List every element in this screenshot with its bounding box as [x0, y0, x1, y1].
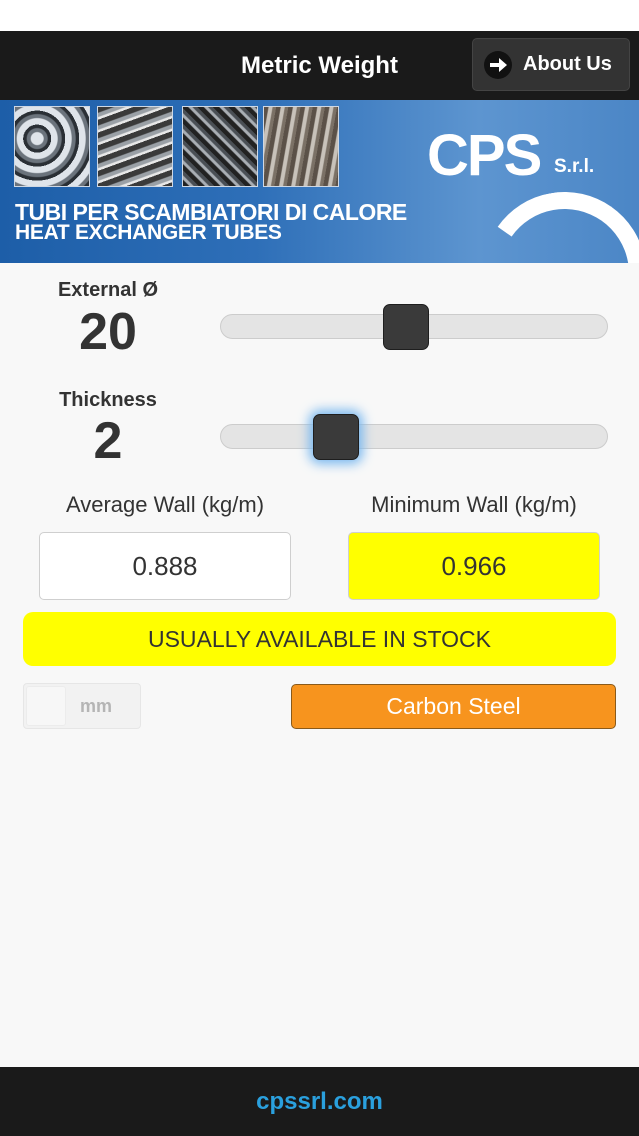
header: Metric Weight About Us: [0, 31, 639, 100]
external-diameter-label: External Ø: [57, 279, 159, 301]
arrow-right-icon: [484, 50, 512, 79]
external-diameter-value: 20: [79, 303, 137, 361]
footer: cpssrl.com: [0, 1067, 639, 1136]
company-logo-suffix: S.r.l.: [554, 156, 595, 177]
about-us-button[interactable]: About Us: [472, 38, 630, 91]
average-wall-label: Average Wall (kg/m): [65, 492, 265, 517]
logo-ring: [470, 179, 639, 263]
thickness-label: Thickness: [59, 389, 157, 411]
tube-photo: [263, 106, 339, 187]
website-link[interactable]: cpssrl.com: [256, 1088, 383, 1116]
thickness-slider[interactable]: [220, 424, 608, 449]
minimum-wall-value: 0.966: [348, 532, 600, 600]
stock-status-badge: USUALLY AVAILABLE IN STOCK: [23, 612, 616, 666]
minimum-wall-label: Minimum Wall (kg/m): [371, 492, 577, 517]
thickness-value: 2: [93, 412, 123, 470]
banner-tagline-english: HEAT EXCHANGER TUBES: [15, 221, 282, 244]
about-us-label: About Us: [523, 53, 612, 75]
status-bar: [0, 0, 639, 31]
unit-toggle[interactable]: mm: [23, 683, 141, 729]
material-select-button[interactable]: Carbon Steel: [291, 684, 616, 729]
thickness-slider-thumb[interactable]: [313, 414, 360, 460]
company-logo: CPS: [427, 123, 542, 188]
unit-toggle-label: mm: [80, 696, 113, 716]
tube-photo: [97, 106, 173, 187]
average-wall-value: 0.888: [39, 532, 291, 600]
tube-photo: [182, 106, 258, 187]
tube-photo: [14, 106, 90, 187]
external-diameter-slider-thumb[interactable]: [383, 304, 430, 350]
unit-toggle-knob: [26, 686, 66, 726]
